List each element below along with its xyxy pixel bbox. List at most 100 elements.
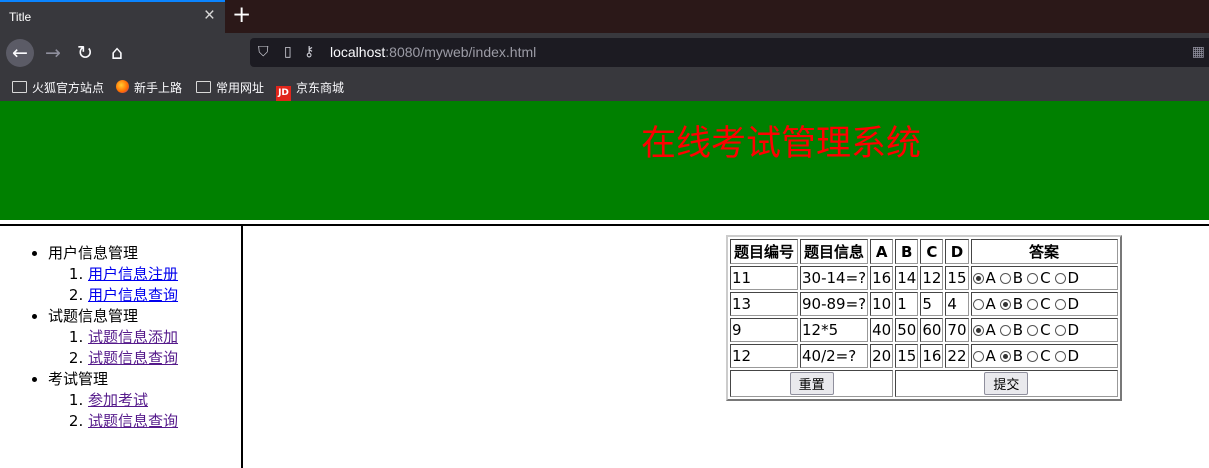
header-id: 题目编号 xyxy=(730,239,798,264)
answer-option-b[interactable]: B xyxy=(999,269,1024,287)
left-menu: 用户信息管理 用户信息注册 用户信息查询 试题信息管理 试题信息添加 试题信息查… xyxy=(0,226,243,468)
radio-button[interactable] xyxy=(999,273,1011,284)
cell-b: 50 xyxy=(895,318,919,342)
forward-icon[interactable]: → xyxy=(39,39,67,67)
bookmark-jd[interactable]: JD 京东商城 xyxy=(276,79,344,101)
option-label: D xyxy=(1067,269,1080,287)
radio-button[interactable] xyxy=(999,299,1011,310)
home-icon[interactable]: ⌂ xyxy=(103,39,131,67)
browser-tab[interactable]: Title × xyxy=(0,0,225,33)
answer-option-c[interactable]: C xyxy=(1027,295,1051,313)
cell-a: 40 xyxy=(870,318,894,342)
answer-option-d[interactable]: D xyxy=(1054,295,1080,313)
cell-answer: ABCD xyxy=(970,266,1118,290)
page-header: 在线考试管理系统 xyxy=(0,101,1209,220)
grid-icon[interactable]: ▦ xyxy=(1192,43,1205,60)
answer-option-a[interactable]: A xyxy=(972,295,996,313)
cell-question: 30-14=? xyxy=(800,266,869,290)
radio-button[interactable] xyxy=(1054,351,1066,362)
option-label: C xyxy=(1040,269,1051,287)
radio-button[interactable] xyxy=(1054,299,1066,310)
radio-button[interactable] xyxy=(999,351,1011,362)
bookmark-common-sites[interactable]: 常用网址 xyxy=(196,79,264,96)
answer-option-c[interactable]: C xyxy=(1027,321,1051,339)
header-b: B xyxy=(895,239,919,264)
cell-question: 40/2=? xyxy=(800,344,869,368)
table-row: 9 12*5 40 50 60 70 A B C D xyxy=(730,318,1118,342)
cell-id: 13 xyxy=(730,292,798,316)
option-label: D xyxy=(1067,295,1080,313)
answer-option-d[interactable]: D xyxy=(1054,347,1079,365)
radio-button[interactable] xyxy=(1027,351,1039,362)
option-label: A xyxy=(985,347,996,365)
page-icon[interactable]: ▯ xyxy=(284,43,292,60)
submit-button[interactable]: 提交 xyxy=(984,372,1029,395)
radio-button[interactable] xyxy=(1027,273,1039,284)
radio-button[interactable] xyxy=(1027,325,1039,336)
key-icon[interactable]: ⚷ xyxy=(304,43,314,60)
answer-option-b[interactable]: B xyxy=(999,321,1023,339)
option-label: C xyxy=(1040,347,1051,365)
jd-icon: JD xyxy=(276,86,291,101)
radio-button[interactable] xyxy=(1027,299,1039,310)
answer-option-a[interactable]: A xyxy=(972,321,996,339)
option-label: A xyxy=(985,269,996,287)
table-footer-row: 重置 提交 xyxy=(730,370,1118,397)
header-c: C xyxy=(920,239,944,264)
reload-icon[interactable]: ↻ xyxy=(71,39,99,67)
url-text[interactable]: localhost:8080/myweb/index.html xyxy=(330,44,536,60)
menu-section-user: 用户信息管理 用户信息注册 用户信息查询 xyxy=(48,243,241,306)
radio-button[interactable] xyxy=(1054,325,1066,336)
reset-cell: 重置 xyxy=(730,370,894,397)
link-take-exam[interactable]: 参加考试 xyxy=(88,391,148,409)
link-user-register[interactable]: 用户信息注册 xyxy=(88,265,178,283)
link-exam-question-query[interactable]: 试题信息查询 xyxy=(88,412,178,430)
answer-option-c[interactable]: C xyxy=(1027,269,1051,287)
radio-button[interactable] xyxy=(972,325,984,336)
new-tab-icon[interactable]: + xyxy=(232,2,251,28)
header-d: D xyxy=(945,239,969,264)
answer-option-b[interactable]: B xyxy=(999,347,1024,365)
radio-button[interactable] xyxy=(999,325,1011,336)
cell-c: 16 xyxy=(920,344,944,368)
cell-answer: ABCD xyxy=(970,292,1118,316)
answer-option-a[interactable]: A xyxy=(972,269,996,287)
table-row: 12 40/2=? 20 15 16 22 A B C D xyxy=(730,344,1118,368)
cell-answer: ABCD xyxy=(970,344,1118,368)
answer-option-a[interactable]: A xyxy=(972,347,996,365)
radio-button[interactable] xyxy=(1054,273,1066,284)
table-header-row: 题目编号 题目信息 A B C D 答案 xyxy=(730,239,1118,264)
link-user-query[interactable]: 用户信息查询 xyxy=(88,286,178,304)
tab-bar: Title × + xyxy=(0,0,1209,33)
close-icon[interactable]: × xyxy=(204,5,215,27)
tab-title: Title xyxy=(9,10,32,24)
folder-icon xyxy=(196,81,211,93)
cell-d: 22 xyxy=(945,344,969,368)
bookmark-firefox-site[interactable]: 火狐官方站点 xyxy=(12,79,104,96)
cell-c: 12 xyxy=(920,266,944,290)
back-icon[interactable]: ← xyxy=(6,39,34,67)
answer-option-d[interactable]: D xyxy=(1054,269,1080,287)
exam-table: 题目编号 题目信息 A B C D 答案 11 30-14=? 16 14 12 15 A B… xyxy=(726,235,1122,401)
url-bar[interactable]: ⛉ ▯ ⚷ localhost:8080/myweb/index.html ▦ xyxy=(250,38,1209,67)
radio-button[interactable] xyxy=(972,299,984,310)
option-label: B xyxy=(1012,269,1024,287)
answer-option-b[interactable]: B xyxy=(999,295,1023,313)
answer-option-c[interactable]: C xyxy=(1027,347,1051,365)
bookmark-getting-started[interactable]: 新手上路 xyxy=(116,79,182,96)
reset-button[interactable]: 重置 xyxy=(789,372,834,395)
page-title: 在线考试管理系统 xyxy=(641,124,922,164)
option-label: D xyxy=(1067,321,1080,339)
radio-button[interactable] xyxy=(972,273,984,284)
header-answer: 答案 xyxy=(970,239,1118,264)
shield-icon[interactable]: ⛉ xyxy=(258,43,269,60)
cell-a: 16 xyxy=(870,266,894,290)
radio-button[interactable] xyxy=(972,351,984,362)
answer-option-d[interactable]: D xyxy=(1054,321,1080,339)
table-row: 11 30-14=? 16 14 12 15 A B C D xyxy=(730,266,1118,290)
link-question-query[interactable]: 试题信息查询 xyxy=(88,349,178,367)
option-label: B xyxy=(1012,347,1024,365)
cell-a: 10 xyxy=(870,292,894,316)
link-question-add[interactable]: 试题信息添加 xyxy=(88,328,178,346)
option-label: C xyxy=(1040,321,1051,339)
